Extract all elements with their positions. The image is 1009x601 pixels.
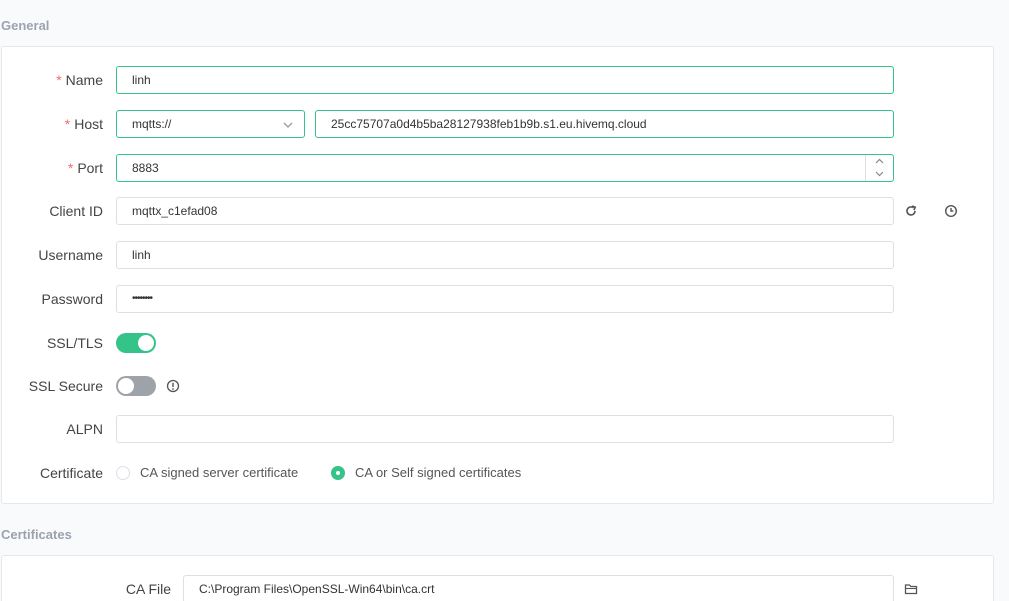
- port-row: * Port 8883: [2, 154, 993, 182]
- refresh-icon[interactable]: [904, 204, 918, 218]
- certificate-label: Certificate: [39, 465, 103, 481]
- ca-file-row: CA File C:\Program Files\OpenSSL-Win64\b…: [2, 575, 993, 601]
- port-label: * Port: [67, 160, 103, 176]
- password-input[interactable]: ••••••••: [116, 285, 894, 313]
- radio-ca-self-signed[interactable]: [331, 466, 345, 480]
- folder-icon[interactable]: [904, 582, 918, 596]
- ssl-tls-row: SSL/TLS: [2, 329, 993, 357]
- username-input[interactable]: linh: [116, 241, 894, 269]
- clock-icon[interactable]: [944, 204, 958, 218]
- name-input[interactable]: linh: [116, 66, 894, 94]
- ca-file-input[interactable]: C:\Program Files\OpenSSL-Win64\bin\ca.cr…: [183, 575, 894, 601]
- required-mark: *: [64, 116, 71, 132]
- port-input[interactable]: 8883: [116, 154, 894, 182]
- info-icon[interactable]: [166, 379, 180, 393]
- chevron-down-icon: [283, 122, 293, 128]
- name-row: * Name linh: [2, 66, 993, 94]
- radio-ca-signed-server[interactable]: [116, 466, 130, 480]
- chevron-down-icon[interactable]: [874, 169, 885, 178]
- required-mark: *: [67, 160, 74, 176]
- password-row: Password ••••••••: [2, 285, 993, 313]
- ca-file-label: CA File: [125, 581, 171, 597]
- alpn-input[interactable]: [116, 415, 894, 443]
- ssl-secure-row: SSL Secure: [2, 372, 993, 400]
- required-mark: *: [56, 72, 62, 88]
- radio-label-ca-self-signed[interactable]: CA or Self signed certificates: [355, 459, 521, 487]
- ssl-secure-toggle[interactable]: [116, 376, 156, 396]
- section-title-certificates: Certificates: [1, 527, 72, 542]
- client-id-row: Client ID mqttx_c1efad08: [2, 197, 993, 225]
- general-card: * Name linh * Host mqtts:// 25cc75707a0d4b…: [1, 46, 994, 504]
- radio-label-ca-signed-server[interactable]: CA signed server certificate: [140, 459, 298, 487]
- certificate-row: Certificate CA signed server certificate…: [2, 459, 993, 487]
- ssl-tls-toggle[interactable]: [116, 333, 156, 353]
- username-label: Username: [38, 247, 103, 263]
- certificates-card: CA File C:\Program Files\OpenSSL-Win64\b…: [1, 555, 994, 601]
- host-input[interactable]: 25cc75707a0d4b5ba28127938feb1b9b.s1.eu.h…: [315, 110, 894, 138]
- alpn-row: ALPN: [2, 415, 993, 443]
- ssl-secure-label: SSL Secure: [28, 378, 103, 394]
- ssl-tls-label: SSL/TLS: [46, 335, 103, 351]
- host-protocol-value: mqtts://: [132, 117, 172, 131]
- name-label: * Name: [56, 72, 103, 88]
- host-row: * Host mqtts:// 25cc75707a0d4b5ba28127938…: [2, 110, 993, 138]
- section-title-general: General: [1, 18, 50, 33]
- username-row: Username linh: [2, 241, 993, 269]
- port-stepper: [865, 155, 893, 181]
- toggle-knob: [138, 335, 154, 351]
- host-label: * Host: [64, 116, 103, 132]
- client-id-input[interactable]: mqttx_c1efad08: [116, 197, 894, 225]
- chevron-up-icon[interactable]: [874, 157, 885, 166]
- port-value: 8883: [132, 161, 159, 175]
- host-protocol-select[interactable]: mqtts://: [116, 110, 305, 138]
- toggle-knob: [118, 378, 134, 394]
- password-label: Password: [41, 291, 103, 307]
- client-id-label: Client ID: [49, 203, 103, 219]
- alpn-label: ALPN: [66, 421, 103, 437]
